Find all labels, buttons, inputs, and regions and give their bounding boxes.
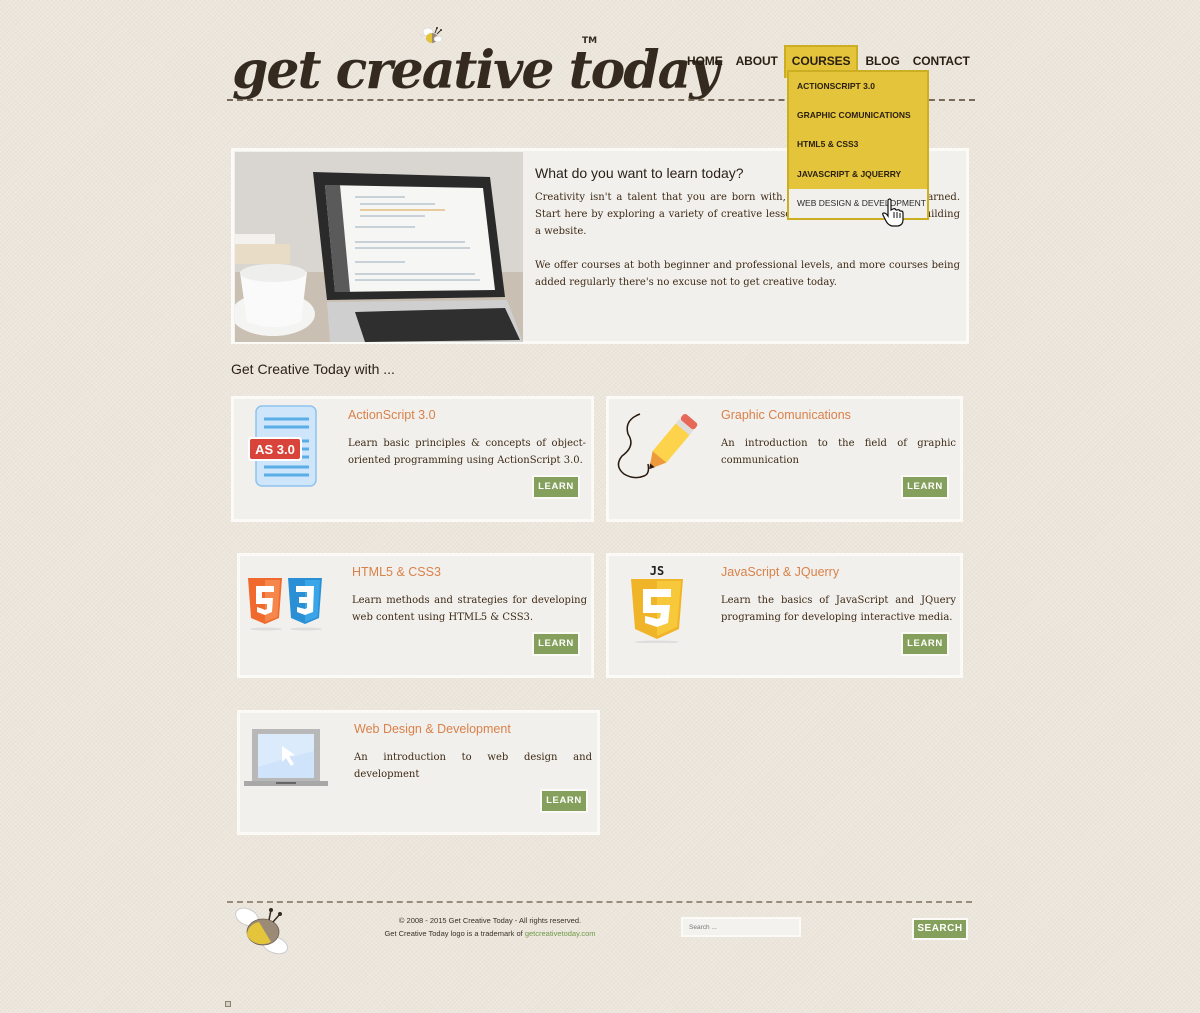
dropdown-item-html5-css3[interactable]: HTML5 & CSS3 <box>789 130 927 159</box>
course-description: Learn methods and strategies for develop… <box>352 595 587 623</box>
dropdown-item-graphic-comunications[interactable]: GRAPHIC COMUNICATIONS <box>789 101 927 130</box>
course-title: ActionScript 3.0 <box>348 408 436 422</box>
logo-text: get creative today <box>232 40 720 101</box>
course-card-web-design: Web Design & Development An introduction… <box>237 710 600 835</box>
course-description: Learn basic principles & concepts of obj… <box>348 438 586 466</box>
course-card-javascript-jquerry: JS JavaScript & JQuerry Learn the basics… <box>606 553 963 678</box>
learn-button[interactable]: LEARN <box>532 632 580 656</box>
search-input[interactable] <box>681 917 801 937</box>
learn-button[interactable]: LEARN <box>532 475 580 499</box>
dropdown-item-javascript-jquerry[interactable]: JAVASCRIPT & JQUERRY <box>789 160 927 189</box>
site-logo[interactable]: get creative today TM <box>232 22 720 102</box>
logo-trademark: TM <box>582 36 598 46</box>
hero-paragraph-2: We offer courses at both beginner and pr… <box>535 260 960 288</box>
footer-site-link[interactable]: getcreativetoday.com <box>525 929 596 938</box>
course-description: Learn the basics of JavaScript and JQuer… <box>721 595 956 623</box>
dropdown-item-actionscript[interactable]: ACTIONSCRIPT 3.0 <box>789 72 927 101</box>
footer-trademark: Get Creative Today logo is a trademark o… <box>340 929 640 938</box>
footer-trademark-text: Get Creative Today logo is a trademark o… <box>384 929 525 938</box>
section-title: Get Creative Today with ... <box>231 361 395 377</box>
hand-cursor-icon <box>882 198 904 227</box>
footer-divider <box>227 901 972 903</box>
pencil-icon <box>617 413 698 479</box>
learn-button[interactable]: LEARN <box>901 475 949 499</box>
as3-document-icon: AS 3.0 <box>248 405 317 487</box>
course-title: HTML5 & CSS3 <box>352 565 441 579</box>
laptop-photo-illustration <box>235 152 523 342</box>
bee-logo-icon <box>235 907 289 955</box>
courses-dropdown: ACTIONSCRIPT 3.0 GRAPHIC COMUNICATIONS H… <box>787 70 929 220</box>
course-title: JavaScript & JQuerry <box>721 565 840 579</box>
bee-icon <box>420 27 443 43</box>
dropdown-item-web-design[interactable]: WEB DESIGN & DEVELOPMENT <box>789 189 927 218</box>
course-title: Web Design & Development <box>354 722 511 736</box>
course-description: An introduction to web design and develo… <box>354 752 592 780</box>
learn-button[interactable]: LEARN <box>901 632 949 656</box>
hero-title: What do you want to learn today? <box>535 165 744 181</box>
resize-handle-icon <box>225 1001 231 1007</box>
learn-button[interactable]: LEARN <box>540 789 588 813</box>
course-title: Graphic Comunications <box>721 408 851 422</box>
as3-icon-label: AS 3.0 <box>255 442 295 457</box>
course-card-actionscript: AS 3.0 ActionScript 3.0 Learn basic prin… <box>231 396 594 522</box>
course-description: An introduction to the field of graphic … <box>721 438 956 466</box>
nav-about[interactable]: ABOUT <box>729 45 784 76</box>
course-card-graphic-comunications: Graphic Comunications An introduction to… <box>606 396 963 522</box>
laptop-cursor-icon <box>244 729 328 786</box>
js-icon-label: JS <box>650 564 664 578</box>
course-card-html5-css3: HTML5 & CSS3 Learn methods and strategie… <box>237 553 594 678</box>
footer-copyright: © 2008 - 2015 Get Creative Today - All r… <box>398 916 582 925</box>
js-shield-icon: JS <box>631 564 683 643</box>
nav-home[interactable]: HOME <box>680 45 729 76</box>
html5-css3-shields-icon <box>248 578 322 631</box>
search-button[interactable]: SEARCH <box>912 918 968 940</box>
hero-image <box>235 152 523 342</box>
